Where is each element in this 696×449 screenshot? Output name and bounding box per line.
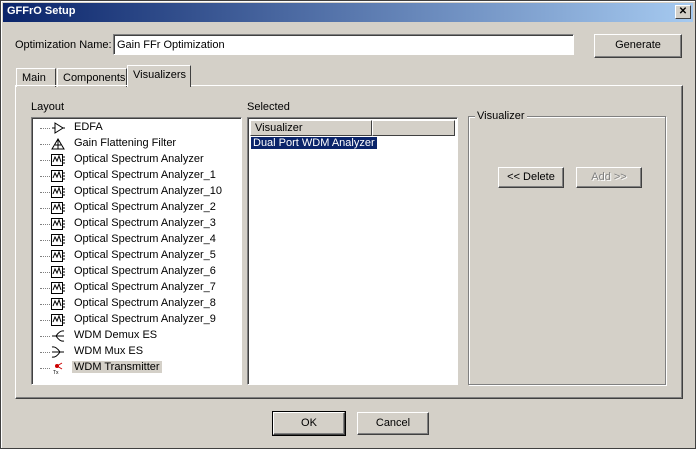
analyzer-icon [50, 217, 66, 231]
tree-item[interactable]: Optical Spectrum Analyzer_10 [32, 184, 232, 200]
optimization-name-input[interactable] [113, 34, 574, 55]
optimization-name-label: Optimization Name: [15, 39, 112, 51]
analyzer-icon [50, 265, 66, 279]
analyzer-icon [50, 249, 66, 263]
analyzer-icon [50, 313, 66, 327]
layout-label: Layout [31, 101, 65, 113]
tree-item[interactable]: Optical Spectrum Analyzer_6 [32, 264, 232, 280]
tree-item-label: WDM Demux ES [74, 329, 158, 341]
tree-connector [40, 256, 50, 257]
tree-item[interactable]: Optical Spectrum Analyzer [32, 152, 232, 168]
tree-item-label: WDM Transmitter [72, 361, 162, 373]
analyzer-icon [50, 297, 66, 311]
analyzer-icon [50, 153, 66, 167]
empty-column-header [372, 120, 455, 136]
tree-item[interactable]: Optical Spectrum Analyzer_5 [32, 248, 232, 264]
tab-components-label: Components [63, 72, 126, 84]
tree-item-label: Optical Spectrum Analyzer [74, 153, 204, 165]
tree-connector [40, 208, 50, 209]
mux-icon [50, 345, 66, 359]
visualizer-group-label: Visualizer [475, 110, 527, 122]
tree-item[interactable]: WDM Demux ES [32, 328, 232, 344]
tree-connector [40, 304, 50, 305]
amplifier-icon [50, 121, 66, 135]
tree-item-label: Optical Spectrum Analyzer_10 [74, 185, 222, 197]
tree-item[interactable]: Optical Spectrum Analyzer_4 [32, 232, 232, 248]
tree-item[interactable]: Optical Spectrum Analyzer_9 [32, 312, 232, 328]
tab-visualizers-label: Visualizers [133, 69, 186, 81]
tab-main-label: Main [22, 72, 46, 84]
analyzer-icon [50, 185, 66, 199]
ok-button[interactable]: OK [272, 411, 346, 436]
selected-label: Selected [247, 101, 290, 113]
tree-item[interactable]: Optical Spectrum Analyzer_8 [32, 296, 232, 312]
tree-item[interactable]: Optical Spectrum Analyzer_1 [32, 168, 232, 184]
tree-item-label: EDFA [74, 121, 103, 133]
tree-connector [40, 272, 50, 273]
tab-visualizers[interactable]: Visualizers [127, 65, 191, 87]
tree-item[interactable]: Optical Spectrum Analyzer_3 [32, 216, 232, 232]
tree-connector [40, 160, 50, 161]
tree-item[interactable]: EDFA [32, 120, 232, 136]
window-title: GFFrO Setup [7, 5, 76, 17]
selected-list[interactable]: Visualizer Dual Port WDM Analyzer [247, 117, 458, 385]
analyzer-icon [50, 281, 66, 295]
tree-item-label: Optical Spectrum Analyzer_2 [74, 201, 216, 213]
selected-visualizer-item[interactable]: Dual Port WDM Analyzer [250, 136, 378, 150]
analyzer-icon [50, 233, 66, 247]
close-button[interactable]: ✕ [675, 5, 691, 19]
tree-item[interactable]: Gain Flattening Filter [32, 136, 232, 152]
tree-connector [40, 240, 50, 241]
svg-text:Tx: Tx [53, 370, 59, 375]
tree-item[interactable]: WDM Mux ES [32, 344, 232, 360]
tree-item-label: Optical Spectrum Analyzer_8 [74, 297, 216, 309]
cancel-button[interactable]: Cancel [357, 412, 429, 435]
tree-item-label: Optical Spectrum Analyzer_7 [74, 281, 216, 293]
tree-item-label: Optical Spectrum Analyzer_1 [74, 169, 216, 181]
tree-item-label: Optical Spectrum Analyzer_5 [74, 249, 216, 261]
tree-connector [40, 320, 50, 321]
visualizer-column-header[interactable]: Visualizer [250, 120, 372, 136]
tree-connector [40, 144, 50, 145]
tree-item[interactable]: Tx WDM Transmitter [32, 360, 232, 376]
transmitter-icon: Tx [50, 361, 66, 376]
tree-connector [40, 128, 50, 129]
tree-connector [40, 368, 50, 369]
tree-item-label: Gain Flattening Filter [74, 137, 177, 149]
tree-connector [40, 288, 50, 289]
tree-item-label: Optical Spectrum Analyzer_6 [74, 265, 216, 277]
title-bar[interactable]: GFFrO Setup ✕ [3, 3, 693, 22]
tree-item[interactable]: Optical Spectrum Analyzer_2 [32, 200, 232, 216]
tree-item-label: Optical Spectrum Analyzer_4 [74, 233, 216, 245]
tree-connector [40, 224, 50, 225]
visualizers-panel: Layout EDFA Gain Flattening Filter Optical… [15, 85, 683, 399]
add-button[interactable]: Add >> [576, 167, 642, 188]
tree-connector [40, 192, 50, 193]
analyzer-icon [50, 169, 66, 183]
layout-tree[interactable]: EDFA Gain Flattening Filter Optical Spectr… [31, 117, 242, 385]
tree-item-label: Optical Spectrum Analyzer_3 [74, 217, 216, 229]
generate-button[interactable]: Generate [594, 34, 682, 58]
filter-icon [50, 137, 66, 151]
visualizer-groupbox [468, 116, 666, 385]
analyzer-icon [50, 201, 66, 215]
setup-dialog: GFFrO Setup ✕ Optimization Name: Generat… [0, 0, 696, 449]
tree-item[interactable]: Optical Spectrum Analyzer_7 [32, 280, 232, 296]
tree-connector [40, 352, 50, 353]
demux-icon [50, 329, 66, 343]
delete-button[interactable]: << Delete [498, 167, 564, 188]
tree-connector [40, 176, 50, 177]
tree-item-label: Optical Spectrum Analyzer_9 [74, 313, 216, 325]
tree-item-label: WDM Mux ES [74, 345, 144, 357]
tree-connector [40, 336, 50, 337]
